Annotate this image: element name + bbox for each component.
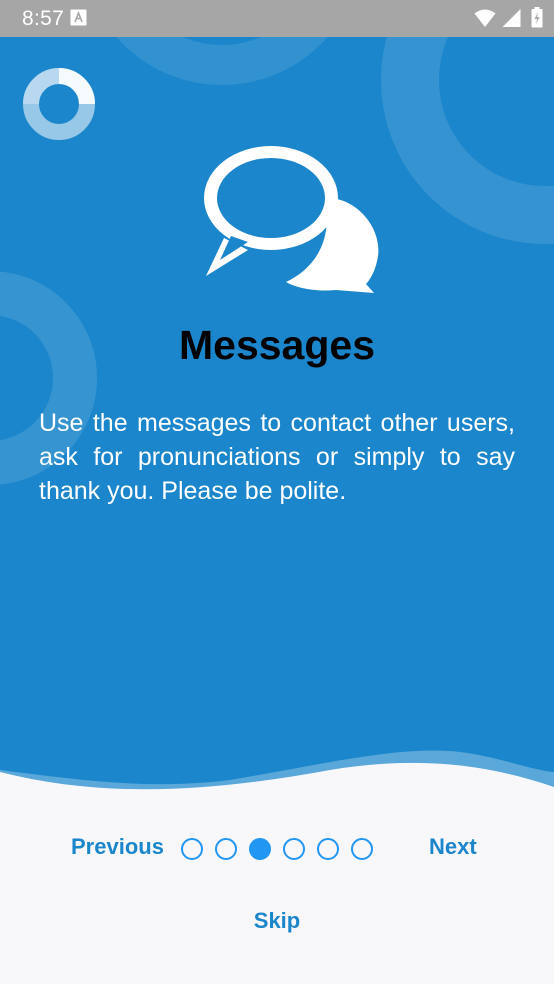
page-dot-5[interactable] (317, 838, 339, 860)
skip-button[interactable]: Skip (254, 908, 300, 933)
page-dot-1[interactable] (181, 838, 203, 860)
page-indicator (181, 838, 373, 860)
slide-title: Messages (178, 322, 375, 368)
slide-description: Use the messages to contact other users,… (39, 409, 515, 505)
text-notification-icon (70, 9, 87, 26)
navigation-row: Previous Next (0, 828, 554, 870)
page-dot-3-active[interactable] (249, 838, 271, 860)
page-dot-2[interactable] (215, 838, 237, 860)
skip-button-container: Skip (0, 908, 554, 934)
wifi-icon (474, 9, 496, 27)
battery-icon (531, 7, 543, 28)
status-bar: 8:57 (0, 0, 554, 37)
logo-ring-icon (23, 68, 95, 140)
previous-button[interactable]: Previous (71, 834, 164, 860)
page-dot-4[interactable] (283, 838, 305, 860)
onboarding-screen: 8:57 Messages Use the messages to contac… (0, 0, 554, 984)
signal-icon (502, 9, 521, 27)
page-dot-6[interactable] (351, 838, 373, 860)
next-button[interactable]: Next (429, 834, 477, 860)
status-time: 8:57 (22, 7, 65, 30)
chat-bubbles-icon (204, 146, 379, 293)
